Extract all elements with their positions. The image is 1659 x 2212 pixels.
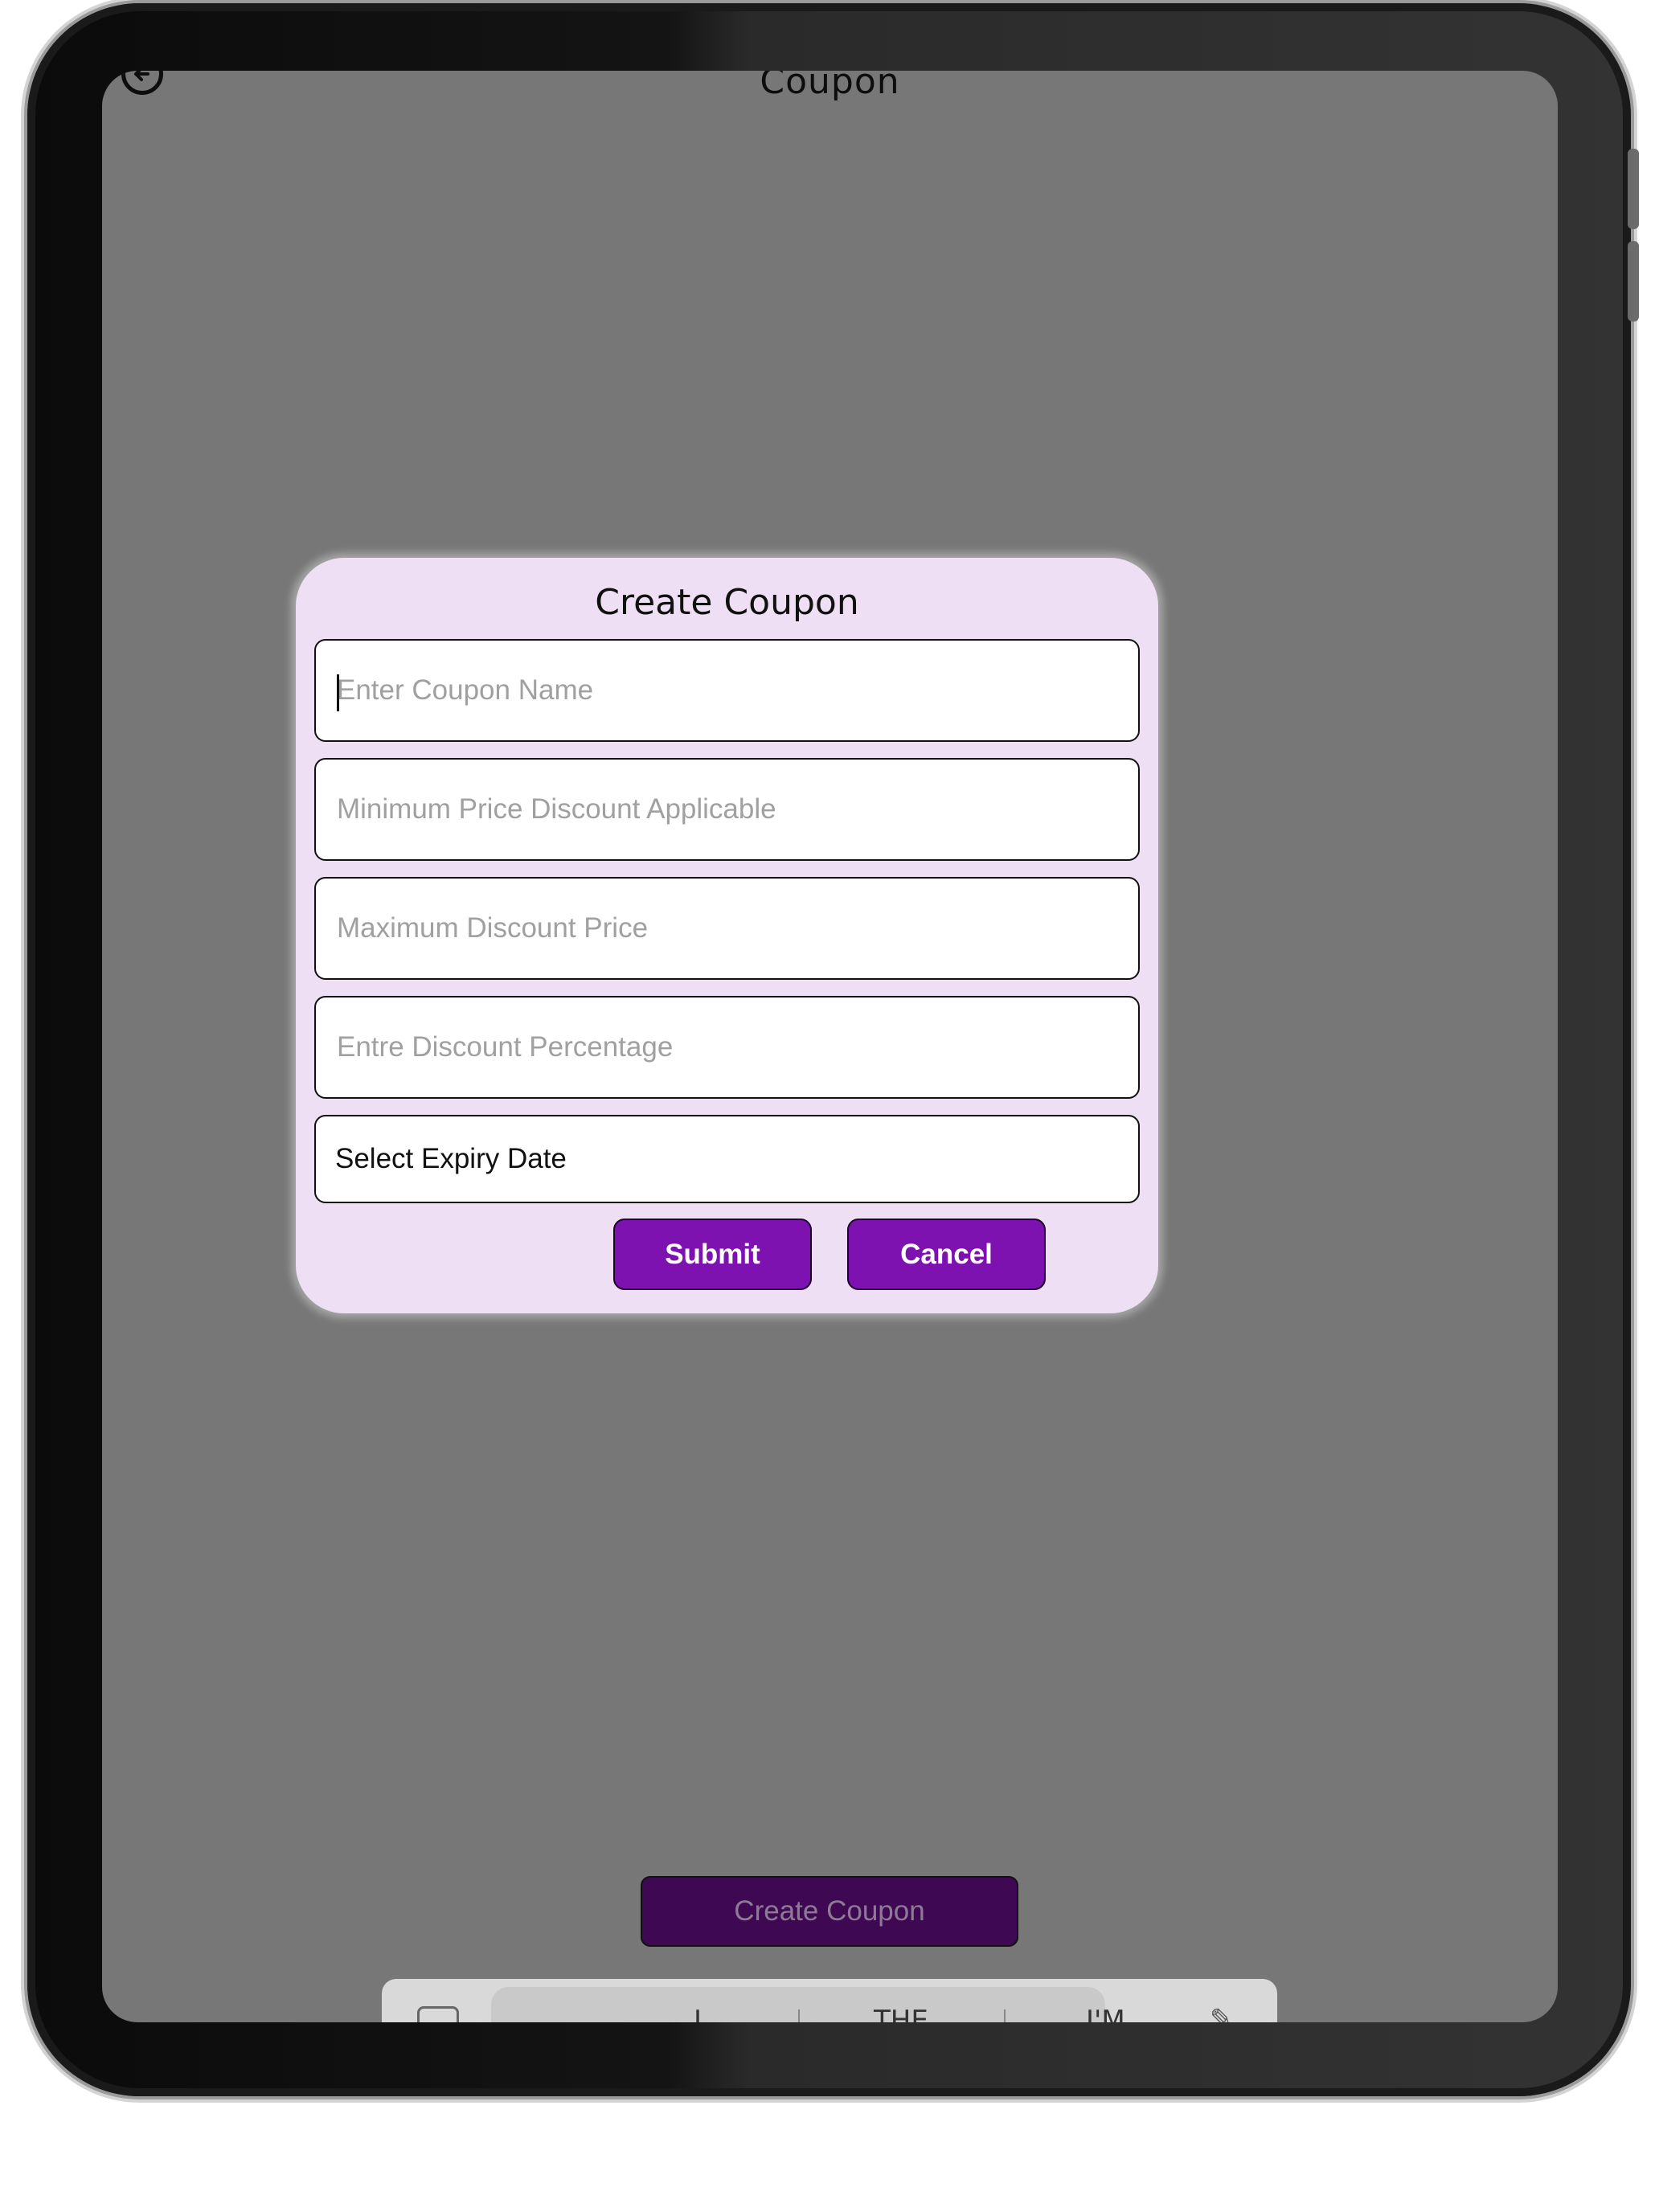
discount-percentage-field[interactable] bbox=[314, 996, 1140, 1099]
discount-percentage-input[interactable] bbox=[316, 997, 1138, 1097]
suggestion-divider bbox=[798, 2009, 800, 2022]
create-coupon-dialog: Create Coupon Select Expiry Date Submit … bbox=[296, 558, 1158, 1313]
keyboard-icon[interactable] bbox=[417, 2006, 459, 2022]
expiry-date-selector[interactable]: Select Expiry Date bbox=[314, 1115, 1140, 1203]
cancel-button[interactable]: Cancel bbox=[847, 1219, 1046, 1290]
max-discount-field[interactable] bbox=[314, 877, 1140, 980]
suggestion-divider bbox=[1004, 2009, 1006, 2022]
create-coupon-button[interactable]: Create Coupon bbox=[641, 1876, 1018, 1947]
max-discount-input[interactable] bbox=[316, 879, 1138, 978]
expiry-date-label: Select Expiry Date bbox=[335, 1143, 567, 1174]
min-price-field[interactable] bbox=[314, 758, 1140, 861]
coupon-name-input[interactable] bbox=[316, 641, 1138, 740]
submit-button[interactable]: Submit bbox=[613, 1219, 812, 1290]
keyboard-suggestion-bar: I THE I'M ✎ 🎙 bbox=[382, 1979, 1277, 2022]
text-caret bbox=[337, 674, 339, 711]
suggestion-word[interactable]: I'M bbox=[1086, 2005, 1125, 2022]
suggestion-word[interactable]: I bbox=[694, 2005, 702, 2022]
volume-down-button bbox=[1628, 241, 1639, 322]
handwriting-icon[interactable]: ✎ bbox=[1210, 2003, 1233, 2022]
suggestion-word[interactable]: THE bbox=[874, 2005, 928, 2022]
min-price-input[interactable] bbox=[316, 760, 1138, 859]
dialog-title: Create Coupon bbox=[595, 582, 859, 623]
coupon-name-field[interactable] bbox=[314, 639, 1140, 742]
volume-up-button bbox=[1628, 149, 1639, 229]
page-title: Coupon bbox=[760, 71, 900, 102]
